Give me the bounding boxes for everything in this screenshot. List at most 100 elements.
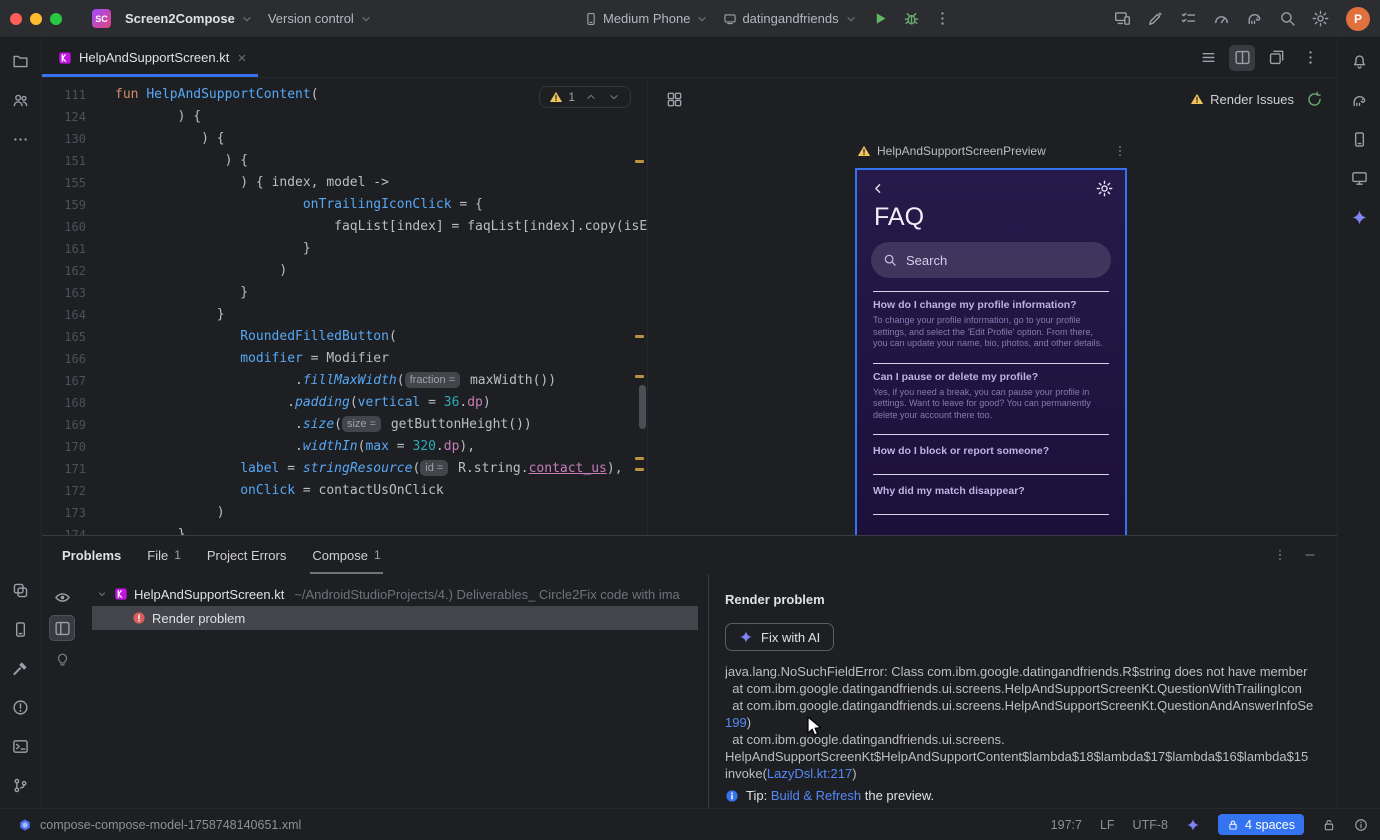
tree-file-row[interactable]: HelpAndSupportScreen.kt ~/AndroidStudioP… bbox=[82, 582, 708, 606]
split-editor-icon[interactable] bbox=[1229, 44, 1255, 71]
inspections-widget[interactable]: 1 bbox=[539, 86, 631, 108]
zoom-window-button[interactable] bbox=[50, 12, 62, 25]
code-line[interactable]: 170 .widthIn(max = 320.dp), bbox=[42, 436, 647, 458]
preview-phone-frame[interactable]: FAQ Search How do I change my profile in… bbox=[855, 168, 1127, 535]
more-horizontal-icon[interactable] bbox=[8, 126, 34, 152]
code-line[interactable]: 159 onTrailingIconClick = { bbox=[42, 194, 647, 216]
fix-with-ai-button[interactable]: Fix with AI bbox=[725, 623, 835, 651]
list-icon[interactable] bbox=[1195, 45, 1221, 71]
commit-icon[interactable] bbox=[8, 577, 34, 603]
code-line[interactable]: 167 .fillMaxWidth(fraction = maxWidth()) bbox=[42, 370, 647, 392]
caret-position[interactable]: 197:7 bbox=[1051, 818, 1082, 832]
notifications-info-icon[interactable] bbox=[1354, 818, 1368, 832]
code-line[interactable]: 161 } bbox=[42, 238, 647, 260]
device-manager-icon[interactable] bbox=[1346, 126, 1372, 152]
build-refresh-link[interactable]: Build & Refresh bbox=[771, 788, 861, 803]
user-avatar[interactable]: P bbox=[1346, 6, 1370, 31]
code-line[interactable]: 163 } bbox=[42, 282, 647, 304]
line-number: 166 bbox=[64, 352, 86, 366]
code-line[interactable]: 155 ) { index, model -> bbox=[42, 172, 647, 194]
close-tab-icon[interactable] bbox=[236, 52, 248, 64]
tree-problem-row[interactable]: Render problem bbox=[92, 606, 698, 630]
code-line[interactable]: 162 ) bbox=[42, 260, 647, 282]
code-line[interactable]: 130 ) { bbox=[42, 128, 647, 150]
editor-scrollbar[interactable] bbox=[639, 385, 646, 429]
problems-icon[interactable] bbox=[8, 694, 34, 720]
gemini-icon[interactable] bbox=[1346, 204, 1372, 230]
project-name: Screen2Compose bbox=[125, 11, 235, 26]
panel-tab-file[interactable]: File 1 bbox=[147, 536, 181, 574]
stack-trace-link[interactable]: LazyDsl.kt:217 bbox=[767, 766, 852, 781]
running-devices-icon[interactable] bbox=[1346, 165, 1372, 191]
virtual-device-icon bbox=[723, 12, 737, 26]
close-window-button[interactable] bbox=[10, 12, 22, 25]
detach-window-icon[interactable] bbox=[1263, 45, 1289, 71]
code-editor[interactable]: 111 fun HelpAndSupportContent(124 ) {130 … bbox=[42, 78, 648, 535]
build-icon[interactable] bbox=[8, 655, 34, 681]
users-icon[interactable] bbox=[8, 87, 34, 113]
task-list-icon[interactable] bbox=[1175, 6, 1201, 32]
stack-trace-link[interactable]: 199 bbox=[725, 715, 747, 730]
settings-icon[interactable] bbox=[1307, 6, 1333, 32]
gradle-icon[interactable] bbox=[1346, 87, 1372, 113]
run-config-selector[interactable]: datingandfriends bbox=[723, 11, 857, 26]
view-options-button[interactable] bbox=[49, 584, 75, 610]
code-line[interactable]: 168 .padding(vertical = 36.dp) bbox=[42, 392, 647, 414]
terminal-icon[interactable] bbox=[8, 733, 34, 759]
more-actions-icon[interactable] bbox=[934, 10, 951, 27]
ai-assistant-icon[interactable] bbox=[1142, 6, 1168, 32]
panel-tab-compose[interactable]: Compose 1 bbox=[310, 536, 384, 574]
project-widget[interactable]: Screen2Compose bbox=[125, 11, 254, 26]
warning-icon bbox=[549, 90, 563, 104]
panel-tab-project-errors[interactable]: Project Errors bbox=[207, 536, 286, 574]
render-issues-button[interactable]: Render Issues bbox=[1190, 92, 1294, 107]
more-vertical-icon[interactable] bbox=[1297, 45, 1323, 71]
code-line[interactable]: 169 .size(size = getButtonHeight()) bbox=[42, 414, 647, 436]
minimize-window-button[interactable] bbox=[30, 12, 42, 25]
code-line[interactable]: 174 } bbox=[42, 524, 647, 535]
refresh-preview-icon[interactable] bbox=[1306, 91, 1323, 108]
code-line[interactable]: 172 onClick = contactUsOnClick bbox=[42, 480, 647, 502]
panel-options-icon[interactable] bbox=[1273, 548, 1287, 562]
bell-icon[interactable] bbox=[1346, 48, 1372, 74]
profiler-icon[interactable] bbox=[1208, 6, 1234, 32]
code-line[interactable]: 151 ) { bbox=[42, 150, 647, 172]
code-line[interactable]: 160 faqList[index] = faqList[index].copy… bbox=[42, 216, 647, 238]
write-access-icon[interactable] bbox=[1322, 818, 1336, 832]
code-line[interactable]: 164 } bbox=[42, 304, 647, 326]
code-line[interactable]: 166 modifier = Modifier bbox=[42, 348, 647, 370]
code-line[interactable]: 124 ) { bbox=[42, 106, 647, 128]
next-problem-icon[interactable] bbox=[607, 90, 621, 104]
chevron-down-icon[interactable] bbox=[96, 588, 108, 600]
faq-answer: Yes, if you need a break, you can pause … bbox=[873, 386, 1091, 420]
code-line[interactable]: 173 ) bbox=[42, 502, 647, 524]
code-line[interactable]: 165 RoundedFilledButton( bbox=[42, 326, 647, 348]
debug-button[interactable] bbox=[903, 10, 920, 27]
line-number: 164 bbox=[64, 308, 86, 322]
line-number: 151 bbox=[64, 154, 86, 168]
folder-icon[interactable] bbox=[8, 48, 34, 74]
status-file-name[interactable]: compose-compose-model-1758748140651.xml bbox=[40, 818, 301, 832]
compose-preview-pane: Render Issues HelpAndSupportScreenPrevie… bbox=[648, 78, 1337, 535]
device-streaming-icon[interactable] bbox=[1109, 6, 1135, 32]
device-selector[interactable]: Medium Phone bbox=[584, 11, 709, 26]
indent-widget[interactable]: 4 spaces bbox=[1217, 814, 1304, 835]
git-branch-icon[interactable] bbox=[8, 772, 34, 798]
code-line[interactable]: 171 label = stringResource(id = R.string… bbox=[42, 458, 647, 480]
run-button[interactable] bbox=[872, 10, 889, 27]
quick-fix-bulb-icon[interactable] bbox=[49, 646, 75, 672]
line-separator[interactable]: LF bbox=[1100, 818, 1115, 832]
search-icon[interactable] bbox=[1274, 6, 1300, 32]
gemini-status-icon[interactable] bbox=[1186, 818, 1200, 832]
vcs-widget[interactable]: Version control bbox=[268, 11, 373, 26]
preview-layout-icon[interactable] bbox=[666, 91, 683, 108]
open-preview-button[interactable] bbox=[49, 615, 75, 641]
hide-panel-icon[interactable] bbox=[1303, 548, 1317, 562]
editor-tab[interactable]: HelpAndSupportScreen.kt bbox=[42, 38, 259, 77]
preview-card-title[interactable]: HelpAndSupportScreenPreview bbox=[877, 144, 1046, 158]
device-explorer-icon[interactable] bbox=[8, 616, 34, 642]
prev-problem-icon[interactable] bbox=[584, 90, 598, 104]
gradle-icon[interactable] bbox=[1241, 6, 1267, 32]
preview-menu-icon[interactable] bbox=[1113, 144, 1127, 158]
file-encoding[interactable]: UTF-8 bbox=[1133, 818, 1168, 832]
